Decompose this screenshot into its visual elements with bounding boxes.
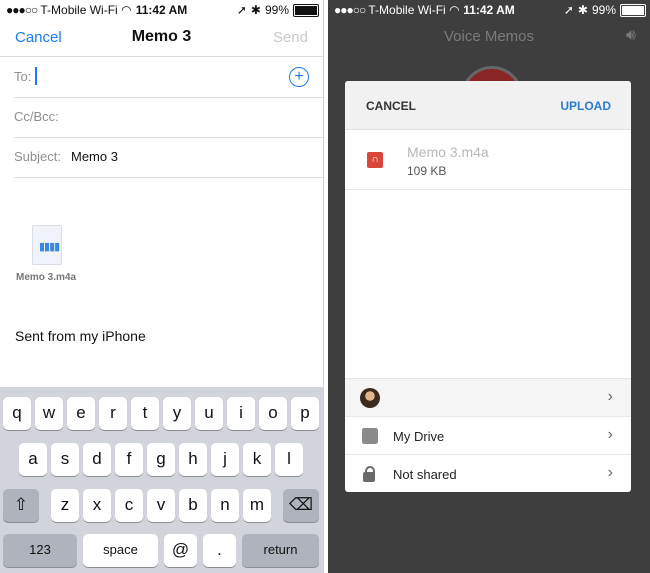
subject-value: Memo 3 [71,149,118,164]
mail-compose-screen: ●●●○○ T-Mobile Wi-Fi ◠ 11:42 AM ➚ ✱ 99% … [0,0,324,573]
key-i[interactable]: i [227,397,255,430]
subject-field[interactable]: Subject: Memo 3 [14,137,323,178]
compose-navbar: Cancel Memo 3 Send [0,20,323,57]
key-z[interactable]: z [51,489,79,522]
key-f[interactable]: f [115,443,143,476]
audio-file-icon: ∩ [367,152,383,168]
key-l[interactable]: l [275,443,303,476]
key-n[interactable]: n [211,489,239,522]
battery-icon [293,3,319,17]
lock-icon [360,464,380,484]
drive-icon [362,428,378,444]
key-x[interactable]: x [83,489,111,522]
sharing-label: Not shared [393,467,457,482]
keyboard: q w e r t y u i o p a s d f g h j k l ⇧ … [0,387,323,573]
audio-attachment[interactable]: ▮▮▮▮ Memo 3.m4a [16,225,86,283]
numbers-key[interactable]: 123 [3,534,77,567]
key-p[interactable]: p [291,397,319,430]
signature-text[interactable]: Sent from my iPhone [15,328,146,344]
file-name[interactable]: Memo 3.m4a [407,144,489,160]
chevron-right-icon: › [607,388,613,405]
key-c[interactable]: c [115,489,143,522]
dialog-header: CANCEL UPLOAD [345,81,631,130]
audio-file-icon: ▮▮▮▮ [32,225,62,265]
ccbcc-field[interactable]: Cc/Bcc: [14,97,323,138]
status-bar: ●●●○○ T-Mobile Wi-Fi ◠ 11:42 AM ➚ ✱ 99% [0,0,323,20]
return-key[interactable]: return [242,534,319,567]
key-h[interactable]: h [179,443,207,476]
key-j[interactable]: j [211,443,239,476]
add-contact-icon[interactable]: + [289,67,309,87]
key-d[interactable]: d [83,443,111,476]
status-bar: ●●●○○ T-Mobile Wi-Fi ◠ 11:42 AM ➚ ✱ 99% [328,0,650,20]
app-title: Voice Memos [443,28,535,45]
space-key[interactable]: space [83,534,158,567]
bluetooth-icon: ✱ [577,3,588,17]
location-icon: ➚ [563,3,574,17]
backspace-icon: ⌫ [288,495,314,514]
file-entry: ∩ Memo 3.m4a 109 KB [345,130,631,190]
backspace-key[interactable]: ⌫ [283,489,319,522]
key-v[interactable]: v [147,489,175,522]
folder-label: My Drive [393,429,445,444]
battery-group: ➚ ✱ 99% [237,3,319,17]
key-q[interactable]: q [3,397,31,430]
key-o[interactable]: o [259,397,287,430]
ccbcc-label: Cc/Bcc: [14,109,59,124]
at-key[interactable]: @ [164,534,197,567]
folder-row[interactable]: My Drive › [345,416,631,455]
key-b[interactable]: b [179,489,207,522]
key-r[interactable]: r [99,397,127,430]
key-w[interactable]: w [35,397,63,430]
battery-percent: 99% [264,3,289,17]
key-t[interactable]: t [131,397,159,430]
key-e[interactable]: e [67,397,95,430]
subject-label: Subject: [14,149,61,164]
battery-group: ➚ ✱ 99% [564,3,646,17]
location-icon: ➚ [236,3,247,17]
to-label: To: [14,69,32,84]
account-row[interactable]: › [345,378,631,417]
drive-upload-screen: ●●●○○ T-Mobile Wi-Fi ◠ 11:42 AM ➚ ✱ 99% … [328,0,650,573]
key-s[interactable]: s [51,443,79,476]
avatar-icon [360,388,380,408]
key-m[interactable]: m [243,489,271,522]
chevron-right-icon: › [607,464,613,481]
send-button[interactable]: Send [273,29,308,46]
shift-icon: ⇧ [13,495,29,514]
key-k[interactable]: k [243,443,271,476]
key-g[interactable]: g [147,443,175,476]
key-y[interactable]: y [163,397,191,430]
text-cursor [35,67,37,85]
dialog-upload-button[interactable]: UPLOAD [560,99,611,113]
key-a[interactable]: a [19,443,47,476]
dialog-cancel-button[interactable]: CANCEL [366,99,416,113]
attachment-name: Memo 3.m4a [16,272,77,283]
key-u[interactable]: u [195,397,223,430]
upload-dialog: CANCEL UPLOAD ∩ Memo 3.m4a 109 KB › My D… [345,81,631,492]
dot-key[interactable]: . [203,534,236,567]
battery-icon [620,3,646,17]
speaker-icon[interactable]: 🔊︎ [626,27,636,45]
to-field[interactable]: To: + [14,57,323,98]
file-size: 109 KB [407,164,447,178]
chevron-right-icon: › [607,426,613,443]
bluetooth-icon: ✱ [250,3,261,17]
battery-percent: 99% [591,3,616,17]
sharing-row[interactable]: Not shared › [345,454,631,492]
shift-key[interactable]: ⇧ [3,489,39,522]
